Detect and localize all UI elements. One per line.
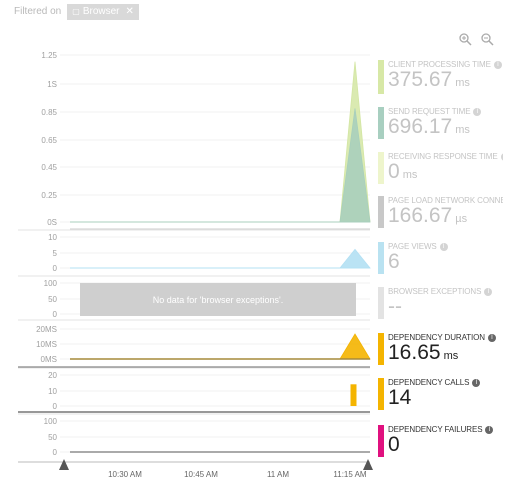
y-tick-label: 0.45 (41, 163, 57, 172)
y-tick-label: 100 (44, 279, 58, 288)
time-tick-label: 11 AM (267, 470, 289, 479)
y-tick-label: 0.85 (41, 108, 57, 117)
metric-tile[interactable]: RECEIVING RESPONSE TIMEi0ms (378, 152, 506, 186)
metric-value-number: 14 (388, 386, 412, 409)
metric-value-number: 375.67 (388, 68, 453, 91)
y-tick-label: 0.65 (41, 136, 57, 145)
y-tick-label: 20 (48, 371, 57, 380)
metric-tile[interactable]: DEPENDENCY DURATION i 16.65 ms (378, 333, 506, 367)
metric-value: 166.67 µs (388, 205, 467, 230)
info-icon[interactable]: i (473, 108, 482, 116)
metric-unit: ms (455, 124, 470, 136)
info-icon[interactable]: i (500, 153, 503, 161)
series-area (70, 248, 371, 269)
y-tick-label: 20MS (36, 325, 57, 334)
info-icon[interactable]: i (484, 288, 493, 296)
metric-tile[interactable]: PAGE VIEWS i 6 (378, 242, 506, 276)
series-area (70, 333, 371, 360)
y-tick-label: 0.25 (41, 191, 57, 200)
metric-color-bar (378, 425, 384, 457)
metric-label-text: DEPENDENCY FAILURES (388, 425, 483, 434)
metric-value: 0 (388, 434, 400, 456)
y-tick-label: 50 (48, 295, 57, 304)
info-icon[interactable]: i (487, 334, 496, 342)
time-tick-label: 10:30 AM (108, 470, 142, 479)
info-icon[interactable]: i (485, 426, 494, 434)
metric-label: RECEIVING RESPONSE TIMEi (388, 152, 503, 161)
series-area (70, 61, 371, 223)
metric-value-number: 0 (388, 160, 400, 183)
metric-label-text: RECEIVING RESPONSE TIME (388, 152, 498, 161)
metric-color-bar (378, 242, 384, 274)
metric-color-bar (378, 378, 384, 410)
range-start-handle[interactable] (59, 459, 69, 470)
time-tick-label: 11:15 AM (333, 470, 367, 479)
metric-color-bar (378, 196, 384, 228)
y-tick-label: 0S (47, 218, 57, 227)
metric-color-bar (378, 287, 384, 319)
metric-value-number: 166.67 (388, 204, 453, 227)
y-tick-label: 100 (44, 417, 58, 426)
metric-value-number: 6 (388, 250, 400, 273)
metric-value: 696.17 ms (388, 116, 470, 141)
metric-value: 16.65 ms (388, 342, 458, 367)
y-tick-label: 0 (53, 402, 58, 411)
y-tick-label: 0 (53, 448, 58, 457)
metric-value: 375.67 ms (388, 69, 470, 94)
metric-value-number: 0 (388, 433, 400, 456)
metric-label: PAGE VIEWS i (388, 242, 503, 251)
metric-value-number: -- (388, 295, 402, 318)
y-tick-label: 0MS (41, 355, 57, 364)
y-tick-label: 10MS (36, 340, 57, 349)
metric-color-bar (378, 333, 384, 365)
y-tick-label: 0 (53, 264, 58, 273)
metric-tile[interactable]: PAGE LOAD NETWORK CONNECT TIMEi166.67µs (378, 196, 506, 230)
range-end-handle[interactable] (363, 459, 373, 470)
y-tick-label: 10 (48, 233, 57, 242)
metric-value: 6 (388, 251, 400, 273)
series-area (70, 108, 371, 223)
metric-tile[interactable]: SEND REQUEST TIME i 696.17 ms (378, 107, 506, 141)
metric-value: 14 (388, 387, 411, 409)
metric-value-number: 696.17 (388, 115, 453, 138)
y-tick-label: 1S (47, 80, 57, 89)
info-icon[interactable]: i (439, 243, 448, 251)
metric-color-bar (378, 107, 384, 139)
metric-color-bar (378, 152, 384, 184)
y-tick-label: 5 (53, 249, 58, 258)
metric-unit: ms (402, 169, 418, 181)
info-icon[interactable]: i (493, 61, 502, 69)
y-tick-label: 10 (48, 387, 57, 396)
info-icon[interactable]: i (472, 379, 481, 387)
metric-label: BROWSER EXCEPTIONS i (388, 287, 503, 296)
y-tick-label: 50 (48, 433, 57, 442)
y-tick-label: 0 (53, 310, 58, 319)
metric-label: DEPENDENCY FAILURES i (388, 425, 503, 434)
metric-color-bar (378, 60, 384, 94)
metric-tile[interactable]: DEPENDENCY FAILURES i 0 (378, 425, 506, 459)
dependency-calls-bar (350, 384, 357, 406)
metric-unit: µs (455, 213, 468, 225)
metric-unit: ms (455, 77, 470, 89)
metric-value: -- (388, 296, 402, 318)
time-tick-label: 10:45 AM (184, 470, 218, 479)
metric-unit: ms (443, 350, 459, 362)
metric-value-number: 16.65 (388, 341, 441, 364)
metric-value: 0 ms (388, 161, 417, 186)
metric-tile[interactable]: DEPENDENCY CALLS i 14 (378, 378, 506, 412)
metric-tile[interactable]: BROWSER EXCEPTIONS i -- (378, 287, 506, 321)
metric-tile[interactable]: CLIENT PROCESSING TIME i 375.67 ms (378, 60, 506, 94)
no-data-message: No data for 'browser exceptions'. (80, 283, 356, 316)
y-tick-label: 1.25 (41, 51, 57, 60)
